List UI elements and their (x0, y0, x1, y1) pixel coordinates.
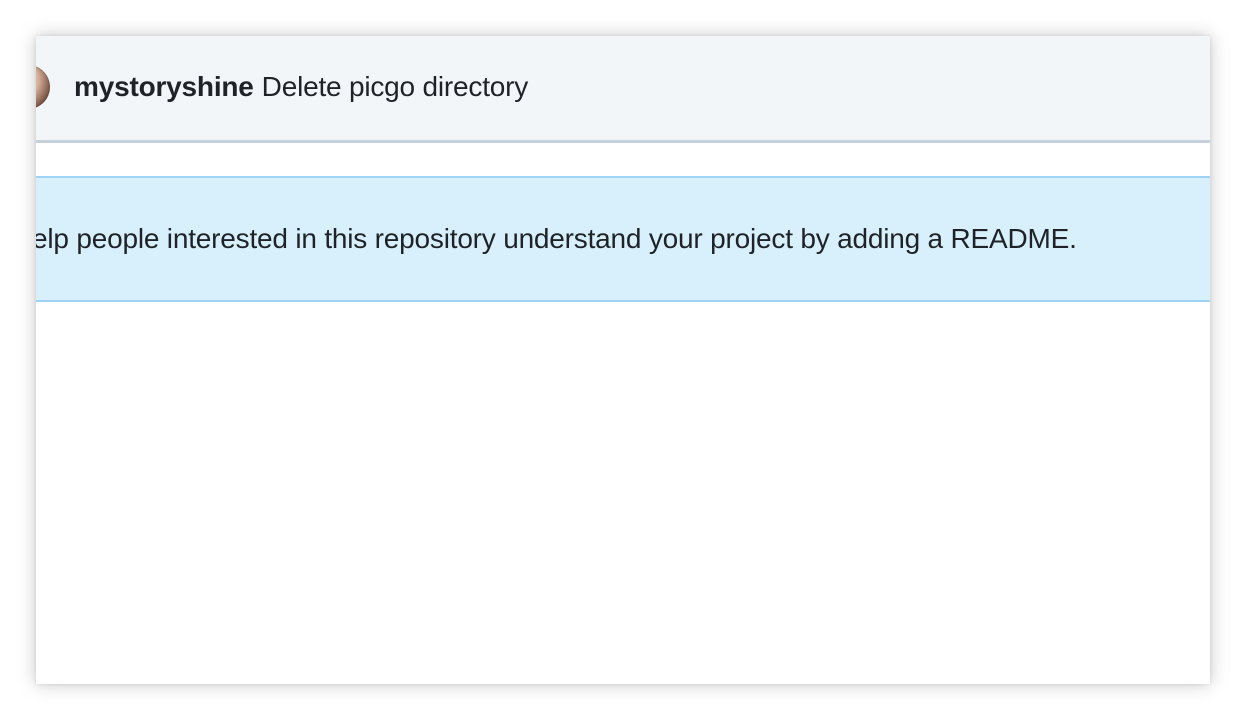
avatar[interactable] (36, 65, 50, 109)
readme-banner-text: elp people interested in this repository… (36, 223, 1077, 254)
repository-panel: mystoryshine Delete picgo directory elp p… (36, 36, 1210, 684)
readme-banner: elp people interested in this repository… (36, 176, 1210, 302)
latest-commit-bar: mystoryshine Delete picgo directory (36, 36, 1210, 143)
commit-author-link[interactable]: mystoryshine (74, 71, 254, 102)
commit-summary: mystoryshine Delete picgo directory (74, 70, 528, 104)
screenshot-stage: mystoryshine Delete picgo directory elp p… (0, 0, 1246, 720)
commit-message-link[interactable]: Delete picgo directory (262, 71, 529, 102)
